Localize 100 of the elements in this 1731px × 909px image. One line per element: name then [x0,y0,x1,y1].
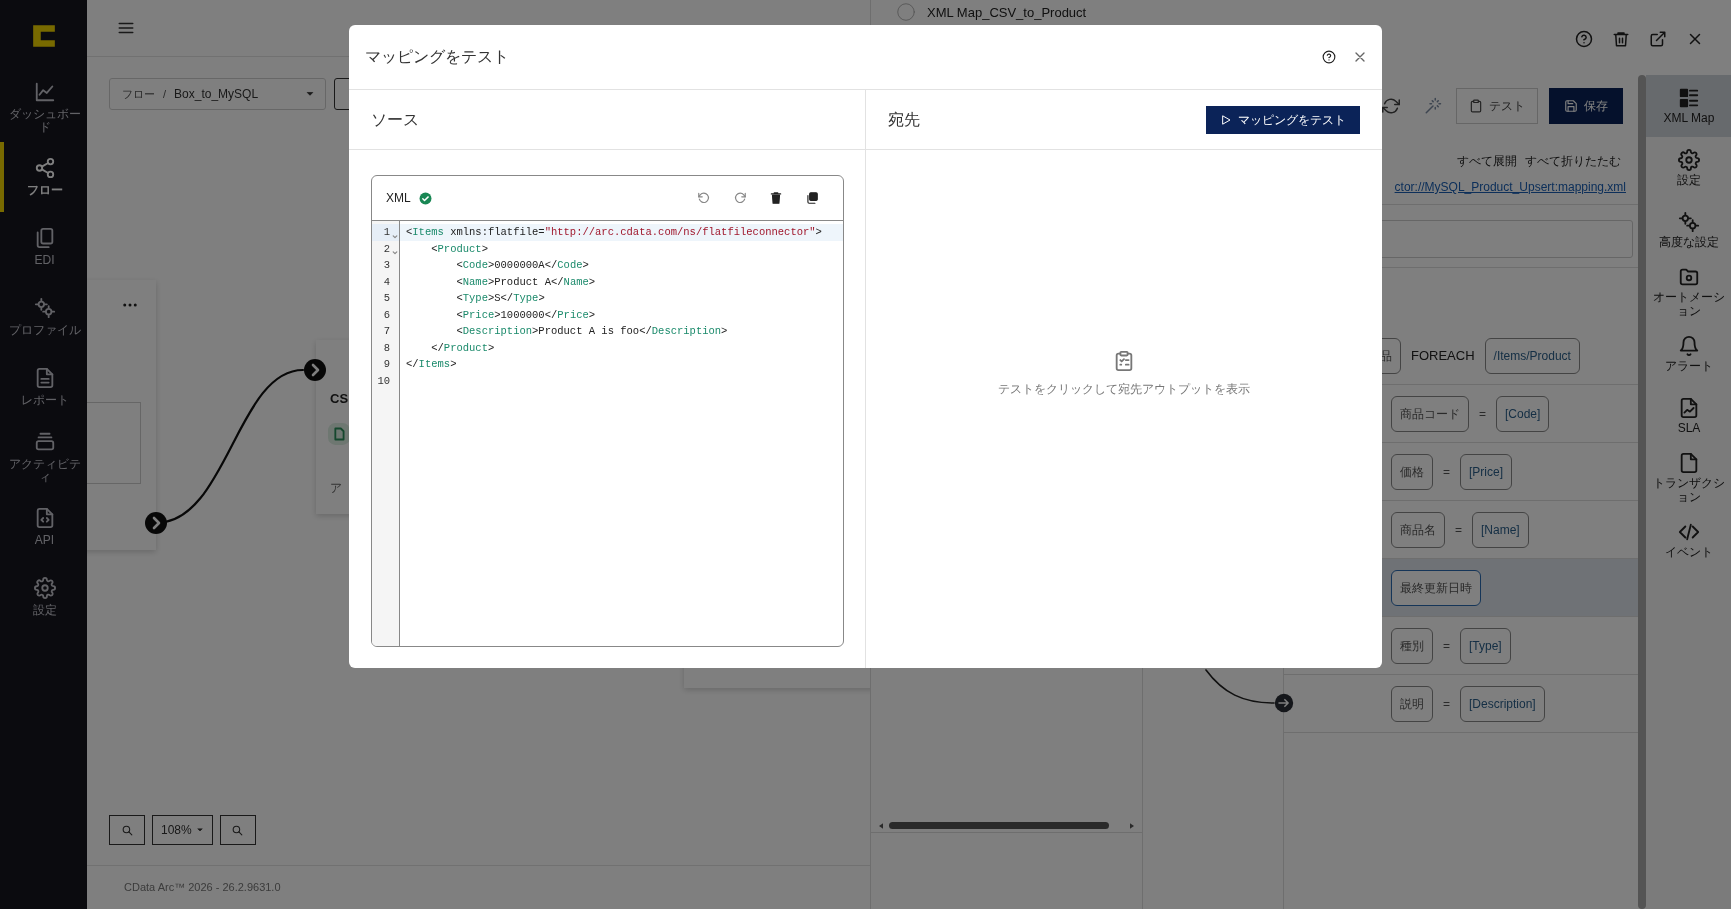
clipboard-icon [1113,350,1135,372]
trash-icon[interactable] [769,191,783,205]
zoom-icon [231,823,245,837]
line-number: 6 [383,308,390,321]
test-mapping-button[interactable]: マッピングをテスト [1206,105,1360,134]
target-field[interactable]: 商品名 [1391,511,1445,548]
redo-icon[interactable] [733,191,747,205]
fold-icon[interactable] [392,250,398,256]
logo-icon [30,23,57,49]
file-link[interactable]: ctor://MySQL_Product_Upsert:mapping.xml [1394,178,1626,196]
zoom-dropdown[interactable]: 108% [152,815,213,845]
nodes-icon [33,157,56,180]
chart-icon [33,80,56,103]
help-icon[interactable] [1322,50,1336,64]
line-number: 5 [383,292,390,305]
section-heading: ソース [371,109,419,130]
save-button[interactable]: 保存 [1549,88,1623,124]
scroll-right-icon[interactable] [1128,821,1136,830]
operator-text: = [1443,695,1450,713]
operator-text: = [1479,405,1486,423]
chart-file-icon [1678,396,1700,419]
line-number: 7 [383,325,390,338]
nav-item[interactable]: ダッシュボード [0,72,87,142]
source-field[interactable]: [Description] [1460,685,1545,722]
tree-link[interactable]: すべて展開 [1457,152,1517,170]
panel-tab[interactable]: 設定 [1646,137,1731,199]
nav-item[interactable]: アクティビティ [0,422,87,492]
refresh-icon[interactable] [1382,97,1400,115]
operator-text: = [1443,463,1450,481]
test-button[interactable]: テスト [1456,88,1538,124]
file-icon [328,423,350,445]
node-card[interactable] [87,280,156,550]
source-field[interactable]: [Price] [1460,453,1513,490]
wand-icon[interactable] [1424,97,1442,115]
line-number: 8 [383,341,390,354]
language-label: XML [386,190,411,207]
settings-icon [33,577,56,600]
zoom-out-button[interactable] [219,815,256,845]
arrow-circle-icon[interactable] [1274,693,1294,713]
panel-tab[interactable]: イベント [1646,509,1731,571]
code-line: <Description>Product A is foo</Description> [455,324,729,339]
code-line: <Name>Product A</Name> [455,274,597,290]
line-number: 1 [383,226,390,239]
line-number: 9 [383,358,390,371]
external-link-icon[interactable] [1649,30,1667,48]
scroll-left-icon[interactable] [877,821,885,830]
dialog-title: マッピングをテスト [365,47,509,67]
panel-tab[interactable]: オートメーション [1646,261,1731,323]
chevron-circle-icon[interactable] [303,358,327,382]
target-field[interactable]: 種別 [1391,627,1433,664]
line-number: 10 [377,374,390,387]
source-field[interactable]: /Items/Product [1484,337,1580,374]
code-line: <Price>1000000</Price> [455,307,597,323]
nav-item[interactable]: 設定 [0,562,87,632]
panel-tab[interactable]: SLA [1646,385,1731,447]
target-field[interactable]: 価格 [1391,453,1433,490]
breadcrumb-dropdown[interactable]: フロー / Box_to_MySQL [109,78,326,110]
source-field[interactable]: [Name] [1472,511,1529,548]
source-field[interactable]: [Code] [1496,395,1550,432]
target-field[interactable]: 商品コード [1391,395,1469,432]
fold-icon[interactable] [392,233,398,240]
bell-icon [1678,334,1700,357]
nav-item[interactable]: EDI [0,212,87,282]
panel-tab[interactable]: アラート [1646,323,1731,385]
gears-icon [1678,210,1700,233]
nav-item[interactable]: API [0,492,87,562]
nav-item[interactable]: レポート [0,352,87,422]
source-field[interactable]: [Type] [1460,627,1511,664]
tree-link[interactable]: すべて折りたたむ [1525,152,1621,170]
nav-item[interactable]: プロファイル [0,282,87,352]
play-icon [1220,113,1232,126]
chevron-circle-icon[interactable] [144,511,168,535]
stack-icon [33,430,56,453]
zoom-icon [120,823,134,837]
panel-tab[interactable]: 高度な設定 [1646,199,1731,261]
panel-tab[interactable]: トランザクション [1646,447,1731,509]
operator-text: FOREACH [1411,346,1475,365]
code-line: </Items> [405,357,458,372]
node-text: ア [330,480,342,497]
panel-tab[interactable]: XML Map [1646,75,1731,137]
mapping-row[interactable]: 説明 = [Description] [1284,675,1638,733]
target-field[interactable]: 最終更新日時 [1391,569,1481,606]
grid-list-icon [1678,86,1700,109]
operator-text: = [1443,637,1450,655]
undo-icon[interactable] [697,191,711,205]
line-number: 2 [383,242,390,255]
vertical-scrollbar[interactable] [1638,75,1646,909]
settings-icon [1678,148,1700,171]
gears-icon [33,297,56,320]
copy-icon[interactable] [805,191,819,205]
line-number: 4 [383,275,390,288]
code-line: <Code>0000000A</Code> [455,258,590,273]
target-field[interactable]: 説明 [1391,685,1433,722]
zoom-in-button[interactable] [109,815,145,845]
horizontal-scrollbar[interactable] [889,822,1109,829]
empty-state-text: テストをクリックして宛先アウトプットを表示 [998,381,1250,398]
section-heading: 宛先 [888,109,920,130]
clipboard-icon [1469,99,1483,113]
save-icon [1564,99,1578,113]
caret-icon [305,89,315,99]
